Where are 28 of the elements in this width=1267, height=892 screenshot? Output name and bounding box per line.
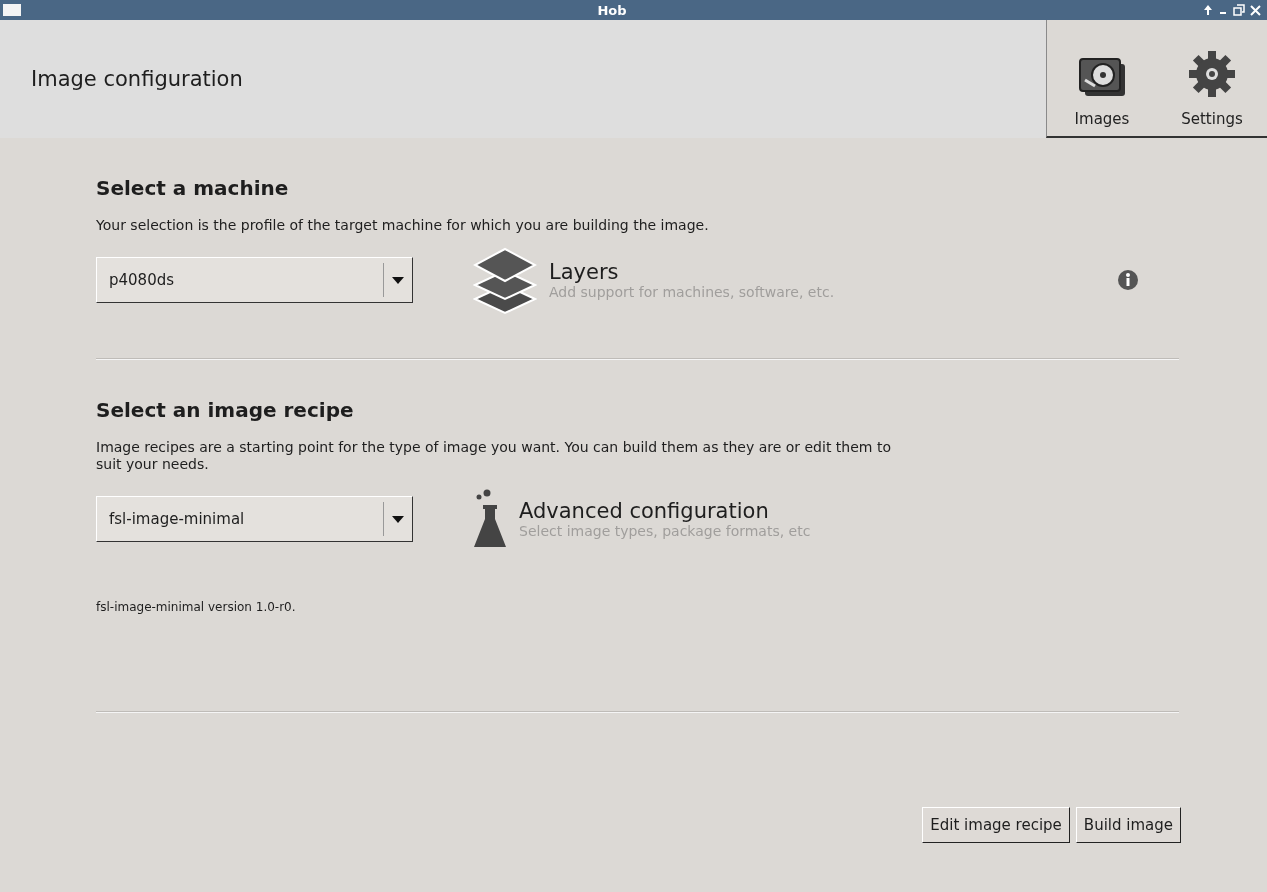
caret-icon	[392, 515, 404, 523]
settings-button[interactable]: Settings	[1157, 19, 1267, 136]
edit-recipe-button[interactable]: Edit image recipe	[922, 807, 1070, 843]
section-heading: Select a machine	[96, 176, 290, 200]
dropdown[interactable]: p4080ds	[96, 257, 413, 303]
hard-drive-icon	[1077, 56, 1127, 98]
settings-icon	[1188, 50, 1236, 98]
link-subtitle: Add support for machines, software, etc.	[549, 284, 835, 300]
section-heading: Select an image recipe	[96, 398, 355, 422]
close-icon[interactable]	[1250, 4, 1261, 16]
maximize-icon[interactable]	[1233, 4, 1245, 16]
link-title[interactable]: Advanced configuration	[519, 499, 811, 523]
section-description: Image recipes are a starting point for the type of image you want. You can build them as they are or edit them to suit your needs.	[96, 439, 892, 473]
caret-icon	[392, 276, 404, 284]
page-title: Image configuration	[31, 67, 243, 91]
link-subtitle: Select image types, package formats, etc	[519, 523, 811, 539]
images-button[interactable]: Images	[1047, 19, 1157, 136]
build-image-button[interactable]: Build image	[1075, 807, 1181, 843]
dropdown[interactable]: fsl-image-minimal	[96, 496, 413, 542]
layers-icon	[473, 245, 537, 315]
window-title: Hob	[596, 2, 628, 18]
up-arrow-icon[interactable]	[1203, 4, 1213, 16]
version-text: fsl-image-minimal version 1.0-r0.	[96, 599, 297, 615]
section-description: Your selection is the profile of the target machine for which you are building the image.	[96, 217, 710, 234]
info-icon	[1117, 269, 1139, 291]
link-title[interactable]: Layers	[549, 260, 835, 284]
flask-icon	[473, 489, 507, 549]
window-icon	[3, 4, 21, 16]
